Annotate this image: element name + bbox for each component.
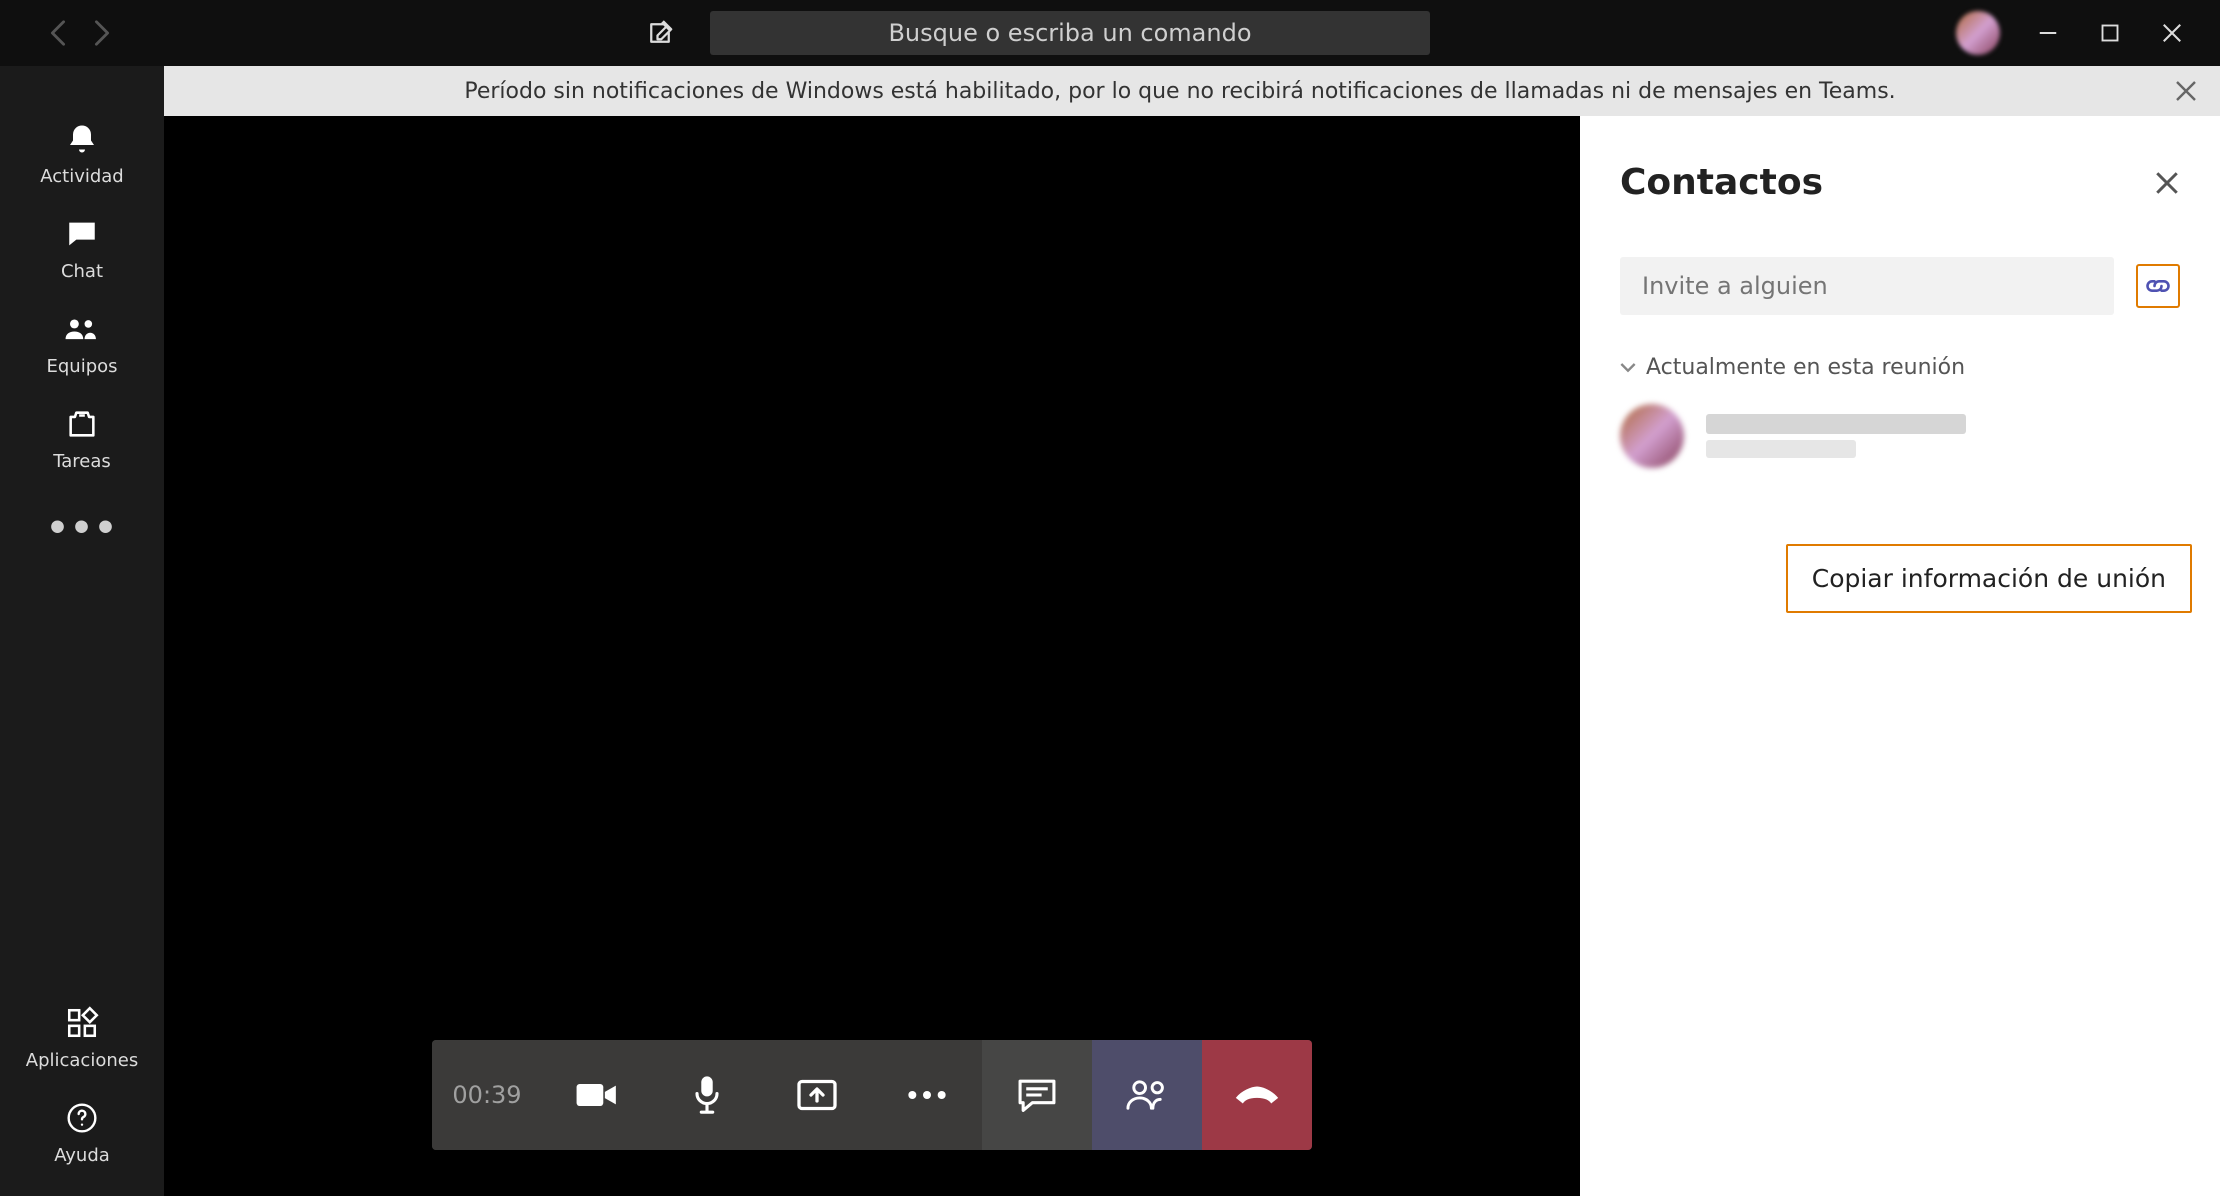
rail-label: Ayuda	[54, 1145, 110, 1166]
rail-help[interactable]: Ayuda	[0, 1085, 164, 1196]
call-timer: 00:39	[432, 1040, 542, 1150]
window-minimize-button[interactable]	[2034, 19, 2062, 47]
panel-title: Contactos	[1620, 162, 1823, 203]
avatar[interactable]	[1956, 11, 2000, 55]
apps-icon	[63, 1004, 101, 1042]
call-control-bar: 00:39	[432, 1040, 1312, 1150]
share-screen-button[interactable]	[762, 1040, 872, 1150]
notification-banner: Período sin notificaciones de Windows es…	[164, 66, 2220, 116]
chat-icon	[63, 215, 101, 253]
search-placeholder: Busque o escriba un comando	[888, 19, 1251, 47]
rail-apps[interactable]: Aplicaciones	[0, 990, 164, 1085]
participant-avatar	[1620, 404, 1684, 468]
app-rail: Actividad Chat Equipos Tareas ••• A	[0, 66, 164, 1196]
rail-tasks[interactable]: Tareas	[0, 391, 164, 486]
section-header[interactable]: Actualmente en esta reunión	[1620, 355, 2180, 380]
search-input[interactable]: Busque o escriba un comando	[710, 11, 1430, 55]
camera-toggle-button[interactable]	[542, 1040, 652, 1150]
participant-row[interactable]	[1620, 404, 2180, 468]
hang-up-button[interactable]	[1202, 1040, 1312, 1150]
rail-more-button[interactable]: •••	[46, 508, 118, 549]
rail-teams[interactable]: Equipos	[0, 296, 164, 391]
titlebar: Busque o escriba un comando	[0, 0, 2220, 66]
rail-label: Aplicaciones	[26, 1050, 138, 1071]
more-actions-button[interactable]	[872, 1040, 982, 1150]
people-icon	[63, 310, 101, 348]
invite-input[interactable]	[1620, 257, 2114, 315]
participants-button[interactable]	[1092, 1040, 1202, 1150]
nav-group	[46, 21, 114, 45]
rail-label: Equipos	[46, 356, 117, 377]
mic-toggle-button[interactable]	[652, 1040, 762, 1150]
new-chat-button[interactable]	[640, 13, 680, 53]
section-label: Actualmente en esta reunión	[1646, 355, 1965, 380]
copy-link-tooltip: Copiar información de unión	[1786, 544, 2192, 613]
rail-label: Chat	[61, 261, 103, 282]
bell-icon	[63, 120, 101, 158]
rail-label: Actividad	[40, 166, 124, 187]
help-icon	[63, 1099, 101, 1137]
link-icon	[2144, 272, 2172, 300]
nav-back-button[interactable]	[46, 21, 70, 45]
caret-down-icon	[1620, 362, 1636, 374]
participant-name	[1706, 414, 1966, 434]
copy-join-info-button[interactable]	[2136, 264, 2180, 308]
nav-forward-button[interactable]	[90, 21, 114, 45]
window-close-button[interactable]	[2158, 19, 2186, 47]
banner-text: Período sin notificaciones de Windows es…	[186, 79, 2174, 104]
rail-activity[interactable]: Actividad	[0, 106, 164, 201]
window-maximize-button[interactable]	[2096, 19, 2124, 47]
participants-panel: Contactos Actualmente en esta reunión	[1580, 116, 2220, 1196]
video-stage: 00:39	[164, 116, 1580, 1196]
participant-role	[1706, 440, 1856, 458]
panel-close-button[interactable]	[2154, 170, 2180, 196]
rail-label: Tareas	[53, 451, 111, 472]
briefcase-icon	[63, 405, 101, 443]
banner-close-button[interactable]	[2174, 79, 2198, 103]
rail-chat[interactable]: Chat	[0, 201, 164, 296]
conversation-button[interactable]	[982, 1040, 1092, 1150]
